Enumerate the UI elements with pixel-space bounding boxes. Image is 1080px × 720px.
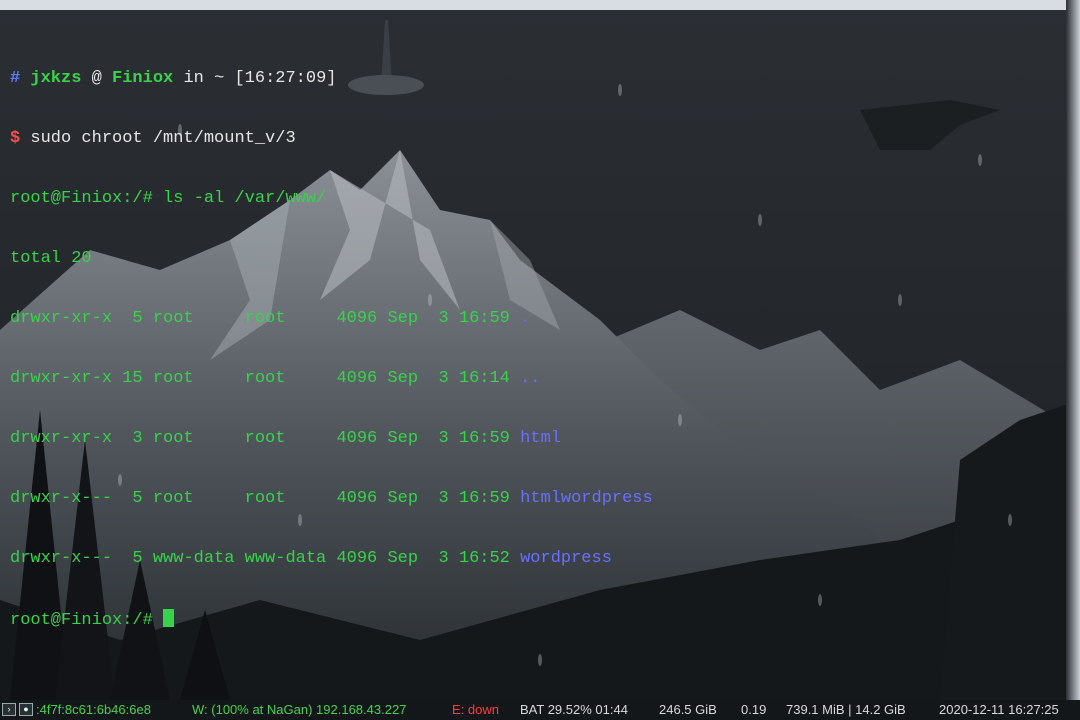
prompt-at: @ — [91, 69, 102, 88]
listing-name: html — [520, 429, 561, 448]
tray-icon[interactable]: ● — [19, 703, 33, 716]
root-prompt: root@Finiox:/# — [10, 611, 164, 630]
listing-row: drwxr-x--- 5 www-data www-data 4096 Sep … — [10, 549, 1050, 569]
battery-status: BAT 29.52% 01:44 — [520, 702, 628, 717]
disk-usage: 246.5 GiB — [659, 702, 717, 717]
workspace-icon[interactable]: › — [2, 703, 16, 716]
listing-meta: drwxr-x--- 5 root root 4096 Sep 3 16:59 — [10, 489, 521, 508]
listing-row: drwxr-xr-x 5 root root 4096 Sep 3 16:59 … — [10, 309, 1050, 329]
listing-meta: drwxr-xr-x 5 root root 4096 Sep 3 16:59 — [10, 309, 521, 328]
ipv6-address: :4f7f:8c61:6b46:6e8 — [36, 702, 151, 717]
prompt-time: [16:27:09] — [234, 69, 337, 88]
command-line: $ sudo chroot /mnt/mount_v/3 — [10, 129, 1050, 149]
listing-meta: drwxr-xr-x 15 root root 4096 Sep 3 16:14 — [10, 369, 521, 388]
prompt-in: in — [183, 69, 204, 88]
date-time: 2020-12-11 16:27:25 — [939, 702, 1059, 717]
prompt-dollar: $ — [10, 129, 21, 148]
window-frame-top — [0, 0, 1080, 10]
listing-row: drwxr-xr-x 3 root root 4096 Sep 3 16:59 … — [10, 429, 1050, 449]
prompt-user: jxkzs — [30, 69, 82, 88]
window-frame-right — [1066, 0, 1080, 700]
command-text: sudo chroot /mnt/mount_v/3 — [30, 129, 296, 148]
listing-name: .. — [520, 369, 541, 388]
listing-name: . — [520, 309, 531, 328]
memory-usage: 739.1 MiB | 14.2 GiB — [786, 702, 906, 717]
prompt-dir: ~ — [214, 69, 225, 88]
wifi-status: W: (100% at NaGan) 192.168.43.227 — [192, 702, 407, 717]
ethernet-status: E: down — [452, 702, 499, 717]
listing-meta: drwxr-xr-x 3 root root 4096 Sep 3 16:59 — [10, 429, 521, 448]
prompt-hash: # — [10, 69, 21, 88]
terminal-window[interactable]: # jxkzs @ Finiox in ~ [16:27:09] $ sudo … — [10, 29, 1050, 689]
listing-row: drwxr-x--- 5 root root 4096 Sep 3 16:59 … — [10, 489, 1050, 509]
active-prompt-line[interactable]: root@Finiox:/# — [10, 609, 1050, 630]
listing-total: total 20 — [10, 249, 92, 268]
listing-name: wordpress — [520, 549, 612, 568]
status-bar: › ● :4f7f:8c61:6b46:6e8 W: (100% at NaGa… — [0, 700, 1080, 720]
listing-meta: drwxr-x--- 5 www-data www-data 4096 Sep … — [10, 549, 521, 568]
listing-name: htmlwordpress — [520, 489, 653, 508]
root-prompt-command: root@Finiox:/# ls -al /var/www/ — [10, 189, 327, 208]
terminal-cursor[interactable] — [163, 609, 175, 627]
shell-prompt-line: # jxkzs @ Finiox in ~ [16:27:09] — [10, 69, 1050, 89]
listing-row: drwxr-xr-x 15 root root 4096 Sep 3 16:14… — [10, 369, 1050, 389]
prompt-host: Finiox — [112, 69, 174, 88]
load-average: 0.19 — [741, 702, 767, 717]
